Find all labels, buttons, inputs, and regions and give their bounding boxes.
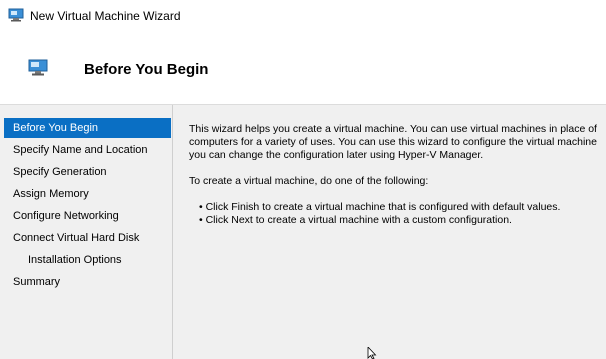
- window-title: New Virtual Machine Wizard: [30, 9, 181, 23]
- nav-item-connect-virtual-hard-disk[interactable]: Connect Virtual Hard Disk: [4, 228, 171, 248]
- nav-item-configure-networking[interactable]: Configure Networking: [4, 206, 171, 226]
- virtual-machine-icon: [28, 59, 48, 76]
- intro-text-line: computers for a variety of uses. You can…: [189, 136, 597, 148]
- nav-item-assign-memory[interactable]: Assign Memory: [4, 184, 171, 204]
- instruction-text: To create a virtual machine, do one of t…: [189, 175, 429, 187]
- virtual-machine-icon: [8, 8, 24, 22]
- nav-item-installation-options[interactable]: Installation Options: [4, 250, 171, 270]
- intro-text-line: you can change the configuration later u…: [189, 149, 484, 161]
- page-title: Before You Begin: [84, 61, 209, 78]
- title-bar: New Virtual Machine Wizard: [0, 0, 606, 32]
- wizard-steps-nav: Before You Begin Specify Name and Locati…: [0, 105, 173, 359]
- nav-item-before-you-begin[interactable]: Before You Begin: [4, 118, 171, 138]
- nav-item-specify-generation[interactable]: Specify Generation: [4, 162, 171, 182]
- nav-item-specify-name-and-location[interactable]: Specify Name and Location: [4, 140, 171, 160]
- bullet-next: • Click Next to create a virtual machine…: [199, 214, 512, 226]
- bullet-finish: • Click Finish to create a virtual machi…: [199, 201, 561, 213]
- wizard-content: This wizard helps you create a virtual m…: [189, 105, 606, 359]
- nav-item-summary[interactable]: Summary: [4, 272, 171, 292]
- wizard-body: Before You Begin Specify Name and Locati…: [0, 105, 606, 359]
- wizard-header: Before You Begin: [0, 32, 606, 104]
- mouse-cursor-icon: [367, 347, 377, 359]
- intro-text-line: This wizard helps you create a virtual m…: [189, 123, 597, 135]
